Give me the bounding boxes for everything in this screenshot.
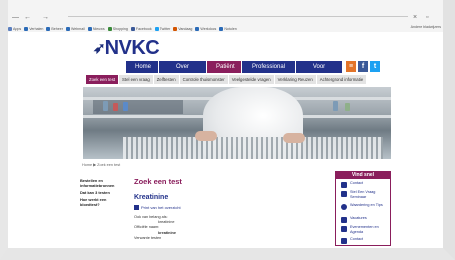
bookmark-icon bbox=[107, 27, 112, 31]
vind-snel-box: Vind snel Contact Stel Een Vraag Seminaa… bbox=[335, 171, 391, 246]
nav-professional[interactable]: Professional bbox=[242, 61, 296, 73]
address-bar[interactable] bbox=[68, 16, 408, 17]
bookmark[interactable]: Werkdocs bbox=[195, 27, 216, 31]
vind-snel-item[interactable]: Evenementen en Agenda bbox=[341, 225, 386, 234]
page-title: Zoek een test bbox=[134, 177, 182, 186]
other-bookmarks[interactable]: Andere bladwijzers bbox=[411, 25, 441, 29]
vind-snel-item[interactable]: Stel Een Vraag Seminaar bbox=[341, 190, 386, 199]
rss-icon[interactable]: ≡ bbox=[346, 61, 356, 72]
minimize-icon[interactable]: — bbox=[12, 14, 19, 21]
vind-snel-item[interactable]: Contact bbox=[341, 237, 386, 244]
left-sidebar: Bestellen en informatiebronnen Dat kan 3… bbox=[80, 178, 124, 209]
hand bbox=[283, 133, 305, 143]
subnav-achtergrond-informatie[interactable]: Achtergrond informatie bbox=[316, 75, 367, 84]
main-nav: Home Over NVKC Patiënt Professional Voor… bbox=[126, 61, 343, 82]
window-close-icon[interactable]: × bbox=[413, 14, 417, 21]
bookmark-icon bbox=[173, 27, 178, 31]
vind-snel-title: Vind snel bbox=[336, 172, 390, 179]
vind-snel-item[interactable]: Waardering en Tips bbox=[341, 203, 386, 210]
print-link[interactable]: Print van het overzicht bbox=[134, 205, 181, 210]
hand bbox=[195, 131, 217, 141]
forward-icon[interactable]: → bbox=[42, 14, 49, 21]
apps-icon bbox=[8, 27, 12, 31]
bookmark-icon bbox=[219, 27, 224, 31]
bookmark[interactable]: Twitter bbox=[154, 27, 170, 31]
bottle bbox=[123, 102, 128, 111]
bookmark[interactable]: Notulen bbox=[219, 27, 237, 31]
subnav-controle-thuismonster[interactable]: Controle thuismonster bbox=[179, 75, 228, 84]
nvkc-logo[interactable]: ➶ NVKC bbox=[93, 36, 160, 59]
test-details: Ook van belang als: kreatinine Officiële… bbox=[134, 215, 176, 241]
vind-snel-item[interactable]: Vacatures bbox=[341, 216, 386, 223]
vind-snel-item[interactable]: Contact bbox=[341, 181, 386, 188]
subnav-verklaring-reuzen[interactable]: Verklaring Reuzen bbox=[274, 75, 316, 84]
twitter-icon[interactable]: t bbox=[370, 61, 380, 72]
subnav-stel-een-vraag[interactable]: Stel een vraag bbox=[119, 75, 153, 84]
print-icon bbox=[134, 205, 139, 210]
window-controls-icon[interactable]: ▫ bbox=[426, 14, 428, 21]
bookmark[interactable]: Verhalen bbox=[24, 27, 43, 31]
bookmark[interactable]: Nieuws bbox=[87, 27, 105, 31]
bookmarks-bar: Apps Verhalen Beheer Webmail Nieuws Shop… bbox=[8, 25, 443, 33]
nav-home[interactable]: Home bbox=[126, 61, 159, 73]
mail-icon bbox=[341, 238, 347, 244]
sidebar-link[interactable]: Dat kan 3 testen bbox=[80, 190, 124, 195]
bookmark[interactable]: Shopping bbox=[107, 27, 128, 31]
bottle bbox=[113, 103, 118, 111]
nav-over-nvkc[interactable]: Over NVKC bbox=[159, 61, 207, 82]
bookmark-icon bbox=[46, 27, 51, 31]
question-icon bbox=[341, 191, 347, 197]
calendar-icon bbox=[341, 226, 347, 232]
sidebar-link[interactable]: Hoe werkt een bloedtest? bbox=[80, 197, 124, 207]
bookmark[interactable]: Facebook bbox=[130, 27, 152, 31]
apps-button[interactable]: Apps bbox=[8, 27, 21, 31]
nav-voor-leden[interactable]: Voor leden bbox=[296, 61, 343, 82]
bookmark[interactable]: Webmail bbox=[65, 27, 85, 31]
facebook-icon[interactable]: f bbox=[358, 61, 368, 72]
hero-lab-image bbox=[83, 87, 391, 159]
sub-nav: Zoek een test Stel een vraag Zelftesten … bbox=[86, 75, 367, 84]
bookmark[interactable]: Vandaag bbox=[173, 27, 192, 31]
briefcase-icon bbox=[341, 217, 347, 223]
subnav-zelftesten[interactable]: Zelftesten bbox=[153, 75, 179, 84]
twitter-icon bbox=[154, 27, 159, 31]
bookmark-icon bbox=[87, 27, 92, 31]
subnav-veelgestelde-vragen[interactable]: Veelgestelde vragen bbox=[228, 75, 274, 84]
back-icon[interactable]: ← bbox=[24, 14, 31, 21]
facebook-icon bbox=[130, 27, 135, 31]
bottle bbox=[333, 101, 338, 111]
bookmark-icon bbox=[65, 27, 70, 31]
bookmark-icon bbox=[195, 27, 200, 31]
detail-row: Verwante testen bbox=[134, 235, 162, 240]
bookmark-icon bbox=[24, 27, 29, 31]
logo-text: NVKC bbox=[104, 36, 160, 59]
test-name: Kreatinine bbox=[134, 194, 169, 201]
bookmark[interactable]: Beheer bbox=[46, 27, 63, 31]
star-icon bbox=[341, 204, 347, 210]
nav-patient[interactable]: Patiënt bbox=[207, 61, 242, 73]
person-icon bbox=[341, 182, 347, 188]
sidebar-link[interactable]: Bestellen en informatiebronnen bbox=[80, 178, 124, 188]
bottle bbox=[345, 103, 350, 111]
sample-tray bbox=[123, 137, 383, 159]
breadcrumb[interactable]: Home ▶ Zoek een test bbox=[82, 162, 120, 167]
bottle bbox=[103, 101, 108, 111]
subnav-zoek-een-test[interactable]: Zoek een test bbox=[86, 75, 119, 84]
